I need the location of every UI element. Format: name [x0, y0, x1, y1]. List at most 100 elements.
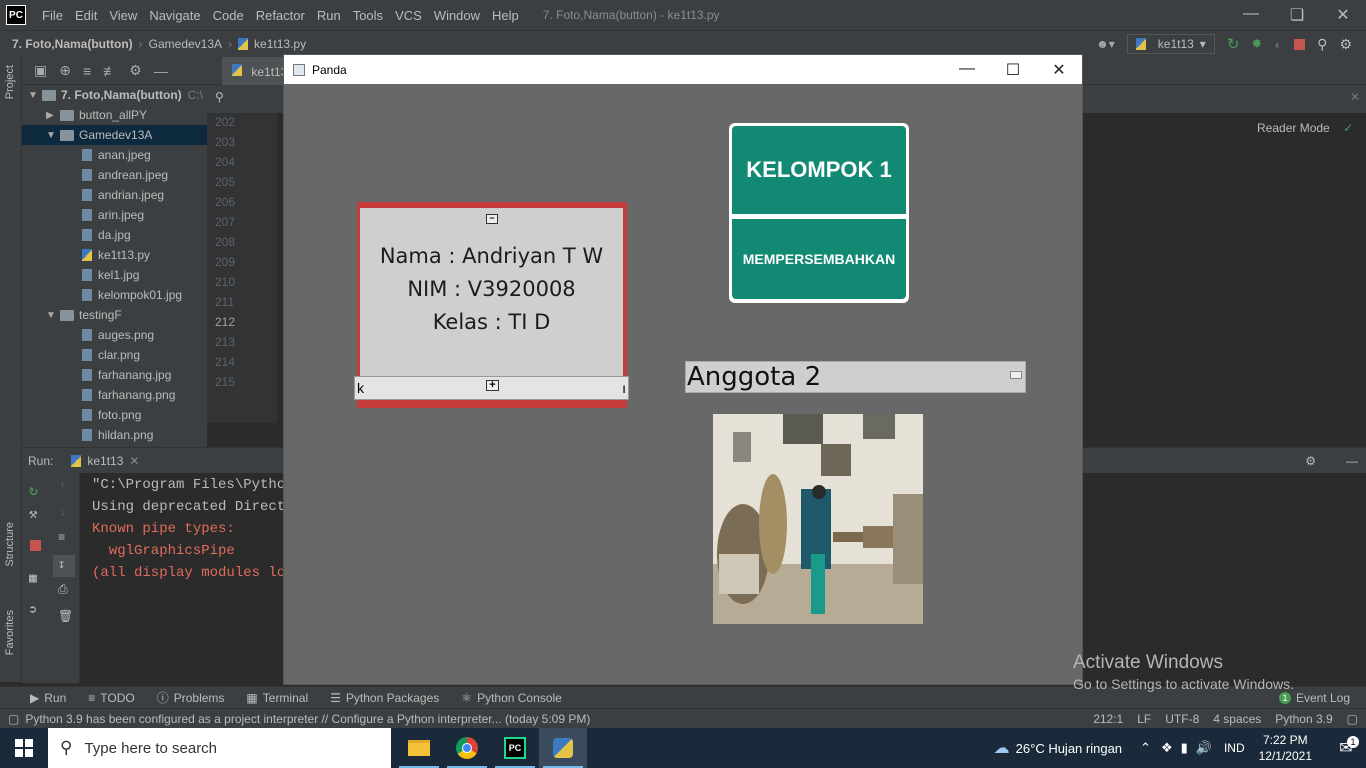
interpreter-selector[interactable]: Python 3.9 [1275, 712, 1332, 726]
tool-tab-terminal[interactable]: ▦ Terminal [246, 691, 308, 705]
language-indicator[interactable]: IND [1224, 741, 1245, 755]
menu-file[interactable]: File [36, 8, 69, 23]
tree-file[interactable]: arin.jpeg [22, 205, 207, 225]
chevron-down-icon[interactable]: ▼ [46, 310, 60, 321]
wrench-icon[interactable]: ⚒ [29, 506, 37, 523]
tool-tab-todo[interactable]: ≡ TODO [88, 691, 134, 705]
coverage-icon[interactable]: ◐ [1274, 37, 1282, 52]
run-tab[interactable]: ke1t13 [87, 454, 123, 468]
menu-view[interactable]: View [103, 8, 143, 23]
tree-file[interactable]: auges.png [22, 325, 207, 345]
breadcrumb-folder[interactable]: Gamedev13A [149, 37, 222, 51]
file-explorer-icon[interactable] [395, 728, 443, 768]
tool-tab-problems[interactable]: ⓘ Problems [157, 689, 225, 706]
breadcrumb-file[interactable]: ke1t13.py [254, 37, 306, 51]
collapse-button[interactable]: − [486, 214, 498, 224]
stop-icon[interactable] [30, 540, 41, 551]
indent-setting[interactable]: 4 spaces [1213, 712, 1261, 726]
tree-file[interactable]: anan.jpeg [22, 145, 207, 165]
menu-navigate[interactable]: Navigate [143, 8, 206, 23]
menu-code[interactable]: Code [207, 8, 250, 23]
network-icon[interactable]: ❖ [1161, 740, 1173, 756]
python-taskbar-icon[interactable] [539, 728, 587, 768]
close-icon[interactable]: ✕ [1320, 5, 1366, 25]
menu-edit[interactable]: Edit [69, 8, 103, 23]
taskbar-search-input[interactable]: ⚲ Type here to search [48, 728, 391, 768]
menu-vcs[interactable]: VCS [389, 8, 428, 23]
pycharm-taskbar-icon[interactable]: PC [491, 728, 539, 768]
tree-file[interactable]: kel1.jpg [22, 265, 207, 285]
pin-icon[interactable]: ➲ [29, 603, 37, 618]
lock-icon[interactable]: ▢ [1347, 712, 1358, 726]
minimize-icon[interactable]: — [1228, 5, 1274, 25]
close-icon[interactable]: ✕ [1350, 90, 1360, 104]
trash-icon[interactable]: 🗑 [58, 609, 73, 624]
expand-all-icon[interactable]: ≡ [83, 63, 91, 79]
menu-help[interactable]: Help [486, 8, 525, 23]
run-config-select[interactable]: ke1t13 ▾ [1126, 34, 1215, 54]
status-icon[interactable]: ▢ [8, 712, 19, 726]
menu-run[interactable]: Run [311, 8, 347, 23]
project-tool-tab[interactable]: Project [4, 65, 16, 99]
user-icon[interactable]: ☻▾ [1096, 37, 1115, 51]
tool-tab-python-console[interactable]: ⚛ Python Console [461, 691, 562, 705]
favorites-tool-tab[interactable]: Favorites [4, 610, 16, 655]
print-icon[interactable]: ⎙ [58, 583, 68, 597]
locate-icon[interactable]: ⊕ [59, 62, 71, 79]
restore-icon[interactable]: ❏ [1274, 5, 1320, 25]
scroll-to-end-icon[interactable]: ↧ [53, 555, 75, 577]
status-message[interactable]: Python 3.9 has been configured as a proj… [25, 712, 590, 726]
tree-file[interactable]: da.jpg [22, 225, 207, 245]
stop-icon[interactable] [1294, 38, 1306, 50]
view-mode-icon[interactable]: ▣ [34, 62, 47, 79]
soft-wrap-icon[interactable]: ≡ [58, 531, 65, 545]
tree-file[interactable]: andrean.jpeg [22, 165, 207, 185]
caret-position[interactable]: 212:1 [1093, 712, 1123, 726]
close-icon[interactable]: ✕ [129, 454, 139, 468]
structure-tool-tab[interactable]: Structure [4, 522, 16, 567]
reader-mode-toggle[interactable]: Reader Mode ✓ [1257, 121, 1353, 135]
pycharm-logo-icon[interactable]: PC [6, 5, 26, 25]
tree-file[interactable]: clar.png [22, 345, 207, 365]
tree-file[interactable]: ke1t13.py [22, 245, 207, 265]
settings-icon[interactable]: ⚙ [1339, 36, 1352, 53]
chevron-down-icon[interactable]: ▼ [46, 130, 60, 141]
rerun-icon[interactable]: ↻ [1227, 35, 1240, 53]
volume-icon[interactable]: 🔊 [1196, 740, 1212, 756]
chevron-right-icon[interactable]: ▶ [46, 110, 60, 121]
tree-file[interactable]: hildan.png [22, 425, 207, 445]
chevron-up-icon[interactable]: ⌃ [1140, 740, 1151, 756]
close-icon[interactable]: ✕ [1036, 60, 1082, 80]
rerun-icon[interactable]: ↻ [29, 481, 38, 500]
menu-window[interactable]: Window [428, 8, 486, 23]
tree-file[interactable]: farhanang.png [22, 385, 207, 405]
file-encoding[interactable]: UTF-8 [1165, 712, 1199, 726]
tree-file[interactable]: foto.png [22, 405, 207, 425]
breadcrumb-project[interactable]: 7. Foto,Nama(button) [12, 37, 133, 51]
line-separator[interactable]: LF [1137, 712, 1151, 726]
expand-button[interactable]: + [486, 380, 499, 391]
tree-file[interactable]: farhanang.jpg [22, 365, 207, 385]
weather-icon[interactable]: ☁ [994, 738, 1010, 758]
gear-icon[interactable]: ⚙ [1305, 454, 1316, 468]
maximize-icon[interactable]: ☐ [990, 60, 1036, 80]
collapse-all-icon[interactable]: ≢ [103, 63, 117, 79]
chrome-icon[interactable] [443, 728, 491, 768]
battery-icon[interactable]: ▮ [1181, 740, 1188, 756]
hide-icon[interactable]: — [1346, 454, 1358, 468]
minimize-icon[interactable]: — [944, 60, 990, 80]
tree-file[interactable]: andrian.jpeg [22, 185, 207, 205]
search-icon[interactable]: ⚲ [1317, 36, 1327, 53]
gear-icon[interactable]: ⚙ [129, 62, 142, 79]
hide-icon[interactable]: — [154, 63, 168, 79]
start-button[interactable] [0, 728, 48, 768]
arrow-up-icon[interactable]: ↑ [59, 479, 66, 493]
tree-folder[interactable]: ▶ button_allPY [22, 105, 207, 125]
event-log[interactable]: 1 Event Log [1278, 691, 1350, 705]
tool-tab-python-packages[interactable]: ☰ Python Packages [330, 691, 439, 705]
clock[interactable]: 7:22 PM 12/1/2021 [1259, 732, 1312, 764]
menu-refactor[interactable]: Refactor [250, 8, 311, 23]
minus-icon[interactable] [1010, 371, 1022, 379]
tool-tab-run[interactable]: ▶ Run [30, 691, 66, 705]
notifications-icon[interactable]: ✉ 1 [1326, 728, 1366, 768]
